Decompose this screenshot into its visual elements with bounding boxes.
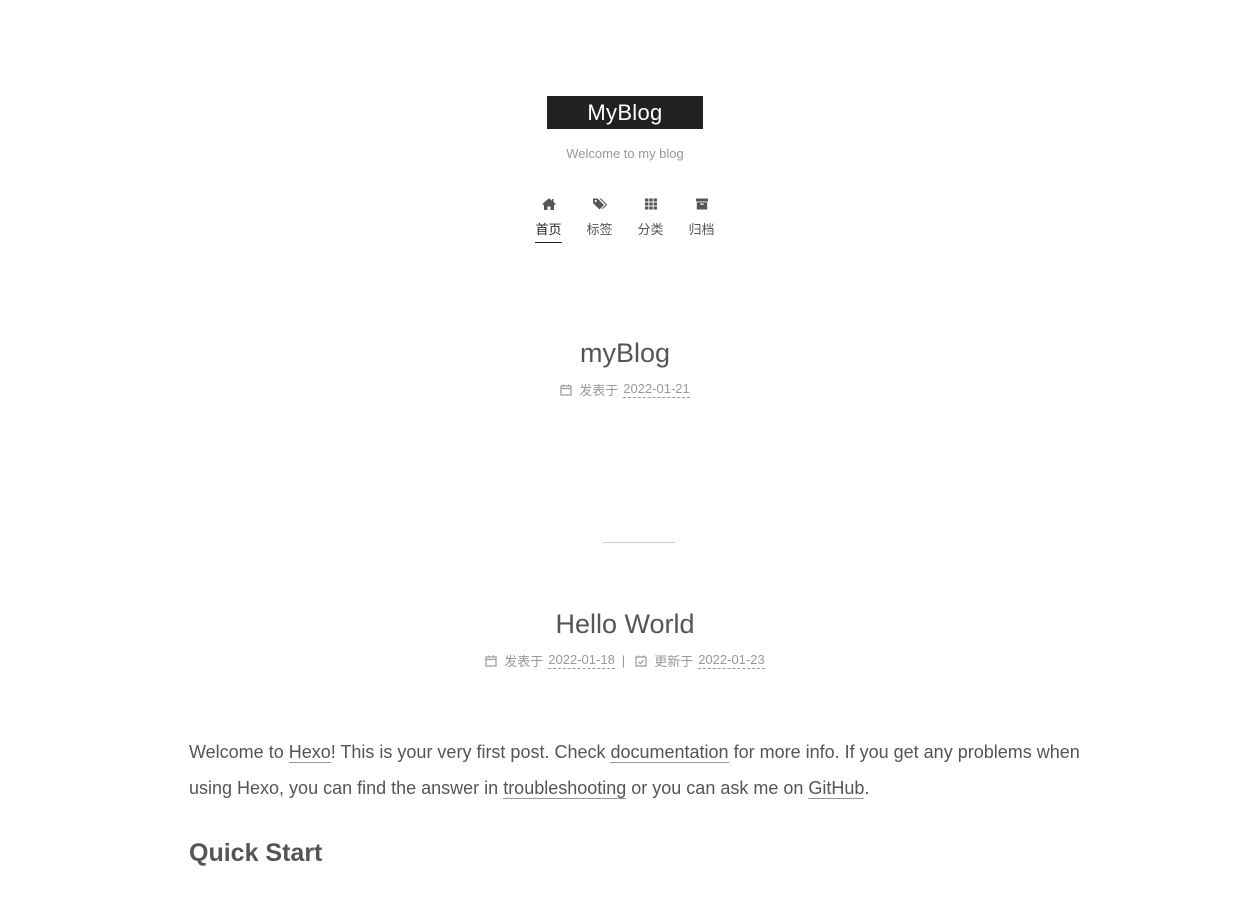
post-body: Welcome to Hexo! This is your very first…: [189, 734, 1093, 870]
site-subtitle: Welcome to my blog: [566, 146, 684, 161]
menu-item-categories[interactable]: 分类: [625, 196, 676, 243]
meta-separator: |: [621, 653, 626, 668]
post-meta: 发表于 2022-01-18 | 更新于 2022-01-23: [0, 651, 1250, 670]
hexo-link[interactable]: Hexo: [288, 742, 331, 763]
calendar-icon: [485, 655, 497, 667]
post-meta: 发表于 2022-01-21: [0, 380, 1250, 399]
menu-item-label: 标签: [586, 223, 613, 238]
updated-date[interactable]: 2022-01-23: [698, 652, 765, 669]
tags-icon: [592, 198, 607, 210]
body-text: Welcome to: [189, 742, 289, 762]
body-text: or you can ask me on: [626, 778, 809, 798]
main-menu: 首页 标签 分类 归档: [0, 196, 1250, 243]
menu-item-home[interactable]: 首页: [523, 196, 574, 243]
menu-item-tags[interactable]: 标签: [574, 196, 625, 243]
posted-date[interactable]: 2022-01-21: [623, 381, 690, 398]
calendar-check-icon: [635, 655, 647, 667]
posted-date[interactable]: 2022-01-18: [548, 652, 615, 669]
home-icon: [541, 198, 556, 210]
menu-item-label: 首页: [535, 222, 562, 243]
section-heading: Quick Start: [189, 839, 323, 867]
post-item: myBlog 发表于 2022-01-21: [0, 336, 1250, 399]
site-title[interactable]: MyBlog: [547, 96, 703, 129]
updated-label: 更新于: [654, 654, 694, 669]
post-title[interactable]: Hello World: [0, 607, 1250, 641]
menu-item-label: 归档: [688, 223, 715, 238]
post-title[interactable]: myBlog: [0, 336, 1250, 370]
site-header: MyBlog Welcome to my blog: [0, 96, 1250, 161]
menu-item-label: 分类: [637, 223, 664, 238]
archive-icon: [695, 198, 708, 210]
grid-icon: [644, 198, 657, 210]
github-link[interactable]: GitHub: [808, 778, 865, 799]
post-paragraph: Welcome to Hexo! This is your very first…: [189, 734, 1093, 806]
body-text: .: [864, 778, 870, 798]
posted-label: 发表于: [504, 654, 544, 669]
post-item: Hello World 发表于 2022-01-18 | 更新于 2022-01…: [0, 607, 1250, 670]
troubleshooting-link[interactable]: troubleshooting: [503, 778, 627, 799]
post-divider: [603, 542, 675, 543]
posted-label: 发表于: [579, 383, 619, 398]
body-text: ! This is your very first post. Check: [330, 742, 611, 762]
menu-item-archives[interactable]: 归档: [676, 196, 727, 243]
documentation-link[interactable]: documentation: [610, 742, 729, 763]
calendar-icon: [560, 384, 572, 396]
